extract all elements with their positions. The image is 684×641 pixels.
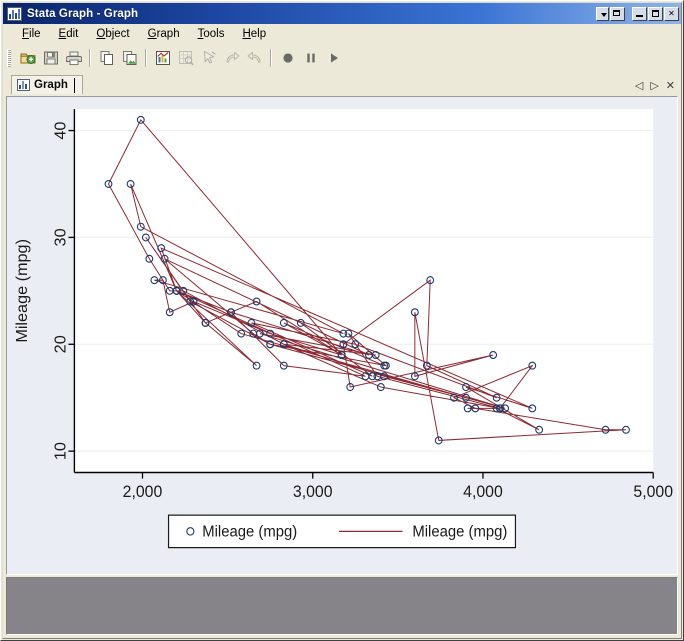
toolbar-separator-2 — [145, 49, 147, 67]
tab-navigation: ◁ ▷ ✕ — [635, 80, 675, 92]
y-tick-label: 10 — [52, 442, 70, 460]
y-tick-label: 30 — [52, 228, 70, 246]
close-icon: ✕ — [668, 8, 675, 18]
menu-object[interactable]: Object — [87, 26, 138, 42]
menu-tools[interactable]: Tools — [189, 26, 234, 42]
pause-icon — [306, 53, 315, 63]
y-tick-label: 20 — [52, 335, 70, 353]
open-folder-icon — [20, 53, 35, 64]
x-tick-label: 3,000 — [293, 483, 333, 501]
copy-icon — [100, 51, 113, 65]
printer-icon — [65, 51, 82, 66]
open-graph-button[interactable] — [16, 47, 39, 69]
window-controls: ✕ — [596, 6, 679, 21]
stata-graph-icon — [7, 6, 22, 21]
tab-next-button[interactable]: ▷ — [650, 80, 658, 92]
menu-bar: File Edit Object Graph Tools Help — [3, 24, 681, 44]
graph-editor-button[interactable] — [151, 47, 174, 69]
pointer-tool-button — [197, 47, 220, 69]
legend[interactable]: Mileage (mpg) Mileage (mpg) — [167, 514, 517, 549]
y-tick-label: 40 — [52, 121, 70, 139]
legend-label: Mileage (mpg) — [202, 523, 297, 540]
pause-button[interactable] — [299, 47, 322, 69]
redo-arrow-icon — [226, 52, 239, 63]
minimize-button[interactable] — [632, 6, 647, 21]
grid-editor-icon — [178, 51, 194, 66]
title-bar: Stata Graph - Graph ✕ — [3, 3, 681, 24]
print-graph-button[interactable] — [62, 47, 85, 69]
status-strip — [6, 577, 678, 635]
window-title: Stata Graph - Graph — [27, 7, 139, 20]
play-button[interactable] — [322, 47, 345, 69]
plot-background — [74, 109, 654, 473]
menu-file[interactable]: File — [13, 26, 50, 42]
record-circle-icon — [282, 53, 293, 63]
graph-canvas-frame[interactable]: 2,0003,0004,0005,000 10203040 Weight (lb… — [6, 96, 678, 575]
toolbar-separator-3 — [270, 49, 272, 67]
legend-label: Mileage (mpg) — [412, 523, 507, 540]
menu-edit[interactable]: Edit — [50, 26, 88, 42]
bar-chart-icon — [17, 79, 30, 91]
tab-graph-label: Graph — [34, 79, 68, 91]
restore-window-button[interactable] — [610, 6, 625, 21]
floppy-disk-icon — [43, 51, 58, 65]
client-area: 2,0003,0004,0005,000 10203040 Weight (lb… — [3, 94, 681, 638]
tab-graph[interactable]: Graph — [11, 75, 83, 94]
tab-bar: Graph ◁ ▷ ✕ — [3, 72, 681, 94]
close-button[interactable]: ✕ — [664, 6, 679, 21]
maximize-button[interactable] — [648, 6, 663, 21]
tab-close-button[interactable]: ✕ — [666, 80, 675, 92]
record-button[interactable] — [276, 47, 299, 69]
undo-button — [243, 47, 266, 69]
stata-graph-plot[interactable]: 2,0003,0004,0005,000 10203040 Weight (lb… — [7, 97, 677, 574]
menu-graph[interactable]: Graph — [139, 26, 189, 42]
tab-prev-button[interactable]: ◁ — [635, 80, 643, 92]
copy-to-file-icon — [122, 51, 136, 65]
toolbar — [3, 44, 681, 72]
window-menu-dropdown-button[interactable] — [596, 6, 609, 21]
copy-button[interactable] — [95, 47, 118, 69]
minimize-icon — [636, 14, 643, 17]
y-axis-title: Mileage (mpg) — [13, 239, 31, 343]
redo-button — [220, 47, 243, 69]
save-as-picture-button[interactable] — [118, 47, 141, 69]
x-tick-label: 5,000 — [633, 483, 673, 501]
chevron-down-icon — [601, 12, 607, 17]
menu-help[interactable]: Help — [233, 26, 275, 42]
graph-editor-icon — [155, 51, 170, 65]
restore-icon — [613, 9, 620, 16]
grid-editor-button — [174, 47, 197, 69]
toolbar-separator-1 — [89, 49, 91, 67]
toolbar-grip[interactable] — [7, 49, 11, 67]
window-inner: Stata Graph - Graph ✕ File Edit Object G… — [2, 2, 682, 639]
x-tick-label: 2,000 — [123, 483, 163, 501]
maximize-icon — [652, 9, 659, 17]
x-tick-label: 4,000 — [463, 483, 503, 501]
tab-caret — [73, 77, 75, 93]
undo-arrow-icon — [247, 52, 260, 63]
play-icon — [330, 53, 338, 63]
save-graph-button[interactable] — [39, 47, 62, 69]
stata-graph-window: Stata Graph - Graph ✕ File Edit Object G… — [0, 0, 684, 641]
pointer-icon — [203, 50, 216, 64]
